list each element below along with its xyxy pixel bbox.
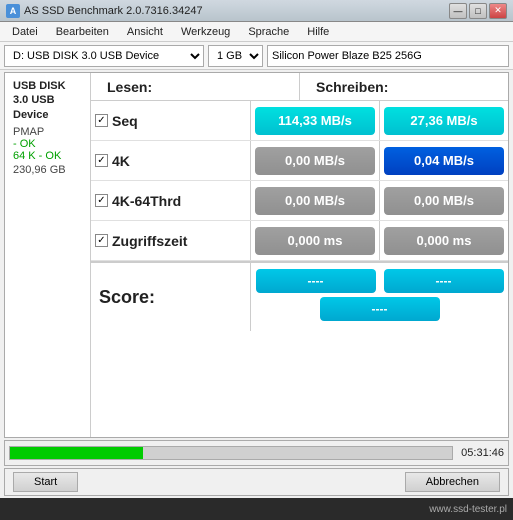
main-panel: USB DISK 3.0 USB Device PMAP - OK 64 K -… xyxy=(4,72,509,438)
status-ok2: 64 K - OK xyxy=(13,150,82,162)
menu-item-bearbeiten[interactable]: Bearbeiten xyxy=(48,24,117,40)
access-write-cell: 0,000 ms xyxy=(380,221,508,260)
menu-item-sprache[interactable]: Sprache xyxy=(240,24,297,40)
menu-bar: DateiBearbeitenAnsichtWerkzeugSpracheHil… xyxy=(0,22,513,42)
bench-header: Lesen: Schreiben: xyxy=(91,73,508,101)
start-button[interactable]: Start xyxy=(13,472,78,492)
4k-write-value: 0,04 MB/s xyxy=(384,147,504,175)
4k64-write-cell: 0,00 MB/s xyxy=(380,181,508,220)
4k64-write-value: 0,00 MB/s xyxy=(384,187,504,215)
menu-item-werkzeug[interactable]: Werkzeug xyxy=(173,24,238,40)
device-name-line1: USB DISK 3.0 USB xyxy=(13,79,82,108)
access-label-area: ✓ Zugriffszeit xyxy=(91,221,251,260)
access-read-value: 0,000 ms xyxy=(255,227,375,255)
toolbar: D: USB DISK 3.0 USB Device 1 GB Silicon … xyxy=(0,42,513,70)
4k-checkbox[interactable]: ✓ xyxy=(95,154,108,167)
menu-item-hilfe[interactable]: Hilfe xyxy=(299,24,337,40)
seq-read-value: 114,33 MB/s xyxy=(255,107,375,135)
table-row: ✓ Seq 114,33 MB/s 27,36 MB/s xyxy=(91,101,508,141)
seq-read-cell: 114,33 MB/s xyxy=(251,101,380,140)
read-header: Lesen: xyxy=(91,73,300,101)
write-header: Schreiben: xyxy=(300,73,508,101)
seq-write-value: 27,36 MB/s xyxy=(384,107,504,135)
bench-rows: ✓ Seq 114,33 MB/s 27,36 MB/s ✓ 4K xyxy=(91,101,508,437)
score-write-box: ---- xyxy=(384,269,504,293)
status-ok1: - OK xyxy=(13,138,82,150)
app-icon: A xyxy=(6,4,20,18)
seq-checkbox[interactable]: ✓ xyxy=(95,114,108,127)
close-button[interactable]: ✕ xyxy=(489,3,507,19)
access-write-value: 0,000 ms xyxy=(384,227,504,255)
seq-write-cell: 27,36 MB/s xyxy=(380,101,508,140)
watermark-text: www.ssd-tester.pl xyxy=(429,504,507,515)
4k64-checkbox[interactable]: ✓ xyxy=(95,194,108,207)
4k-label: 4K xyxy=(112,153,130,169)
progress-bar-bg xyxy=(9,446,453,460)
4k64-read-cell: 0,00 MB/s xyxy=(251,181,380,220)
seq-values: 114,33 MB/s 27,36 MB/s xyxy=(251,101,508,140)
4k64-label-area: ✓ 4K-64Thrd xyxy=(91,181,251,220)
score-total-box: ---- xyxy=(320,297,440,321)
score-section: Score: ---- ---- ---- xyxy=(91,261,508,331)
left-panel: USB DISK 3.0 USB Device PMAP - OK 64 K -… xyxy=(5,73,91,437)
score-label-area: Score: xyxy=(91,263,251,331)
watermark: www.ssd-tester.pl xyxy=(0,498,513,520)
disk-size: 230,96 GB xyxy=(13,164,82,176)
device-name-line2: Device xyxy=(13,108,82,122)
access-label: Zugriffszeit xyxy=(112,233,187,249)
table-row: ✓ Zugriffszeit 0,000 ms 0,000 ms xyxy=(91,221,508,261)
progress-section: 05:31:46 xyxy=(4,440,509,466)
4k-read-cell: 0,00 MB/s xyxy=(251,141,380,180)
access-values: 0,000 ms 0,000 ms xyxy=(251,221,508,260)
menu-item-datei[interactable]: Datei xyxy=(4,24,46,40)
4k64-label: 4K-64Thrd xyxy=(112,193,181,209)
right-panel: Lesen: Schreiben: ✓ Seq 114,33 MB/s 27,3… xyxy=(91,73,508,437)
app-title: AS SSD Benchmark 2.0.7316.34247 xyxy=(24,5,203,17)
table-row: ✓ 4K 0,00 MB/s 0,04 MB/s xyxy=(91,141,508,181)
4k-label-area: ✓ 4K xyxy=(91,141,251,180)
abort-button[interactable]: Abbrechen xyxy=(405,472,500,492)
score-values: ---- ---- ---- xyxy=(251,263,508,331)
size-select[interactable]: 1 GB xyxy=(208,45,263,67)
seq-label-area: ✓ Seq xyxy=(91,101,251,140)
drive-select[interactable]: D: USB DISK 3.0 USB Device xyxy=(4,45,204,67)
maximize-button[interactable]: □ xyxy=(469,3,487,19)
device-info-label: Silicon Power Blaze B25 256G xyxy=(267,45,509,67)
4k-read-value: 0,00 MB/s xyxy=(255,147,375,175)
title-bar-left: A AS SSD Benchmark 2.0.7316.34247 xyxy=(6,4,203,18)
window-controls[interactable]: — □ ✕ xyxy=(449,3,507,19)
4k-write-cell: 0,04 MB/s xyxy=(380,141,508,180)
score-label: Score: xyxy=(99,287,155,308)
score-row-bottom: ---- xyxy=(320,297,440,321)
score-row-top: ---- ---- xyxy=(256,269,504,293)
seq-label: Seq xyxy=(112,113,138,129)
title-bar: A AS SSD Benchmark 2.0.7316.34247 — □ ✕ xyxy=(0,0,513,22)
bottom-bar: Start Abbrechen xyxy=(4,468,509,496)
access-read-cell: 0,000 ms xyxy=(251,221,380,260)
progress-time: 05:31:46 xyxy=(461,447,504,459)
pmap-label: PMAP xyxy=(13,126,82,138)
minimize-button[interactable]: — xyxy=(449,3,467,19)
table-row: ✓ 4K-64Thrd 0,00 MB/s 0,00 MB/s xyxy=(91,181,508,221)
progress-bar-fill xyxy=(10,447,143,459)
menu-item-ansicht[interactable]: Ansicht xyxy=(119,24,171,40)
4k-values: 0,00 MB/s 0,04 MB/s xyxy=(251,141,508,180)
4k64-values: 0,00 MB/s 0,00 MB/s xyxy=(251,181,508,220)
access-checkbox[interactable]: ✓ xyxy=(95,234,108,247)
4k64-read-value: 0,00 MB/s xyxy=(255,187,375,215)
score-read-box: ---- xyxy=(256,269,376,293)
